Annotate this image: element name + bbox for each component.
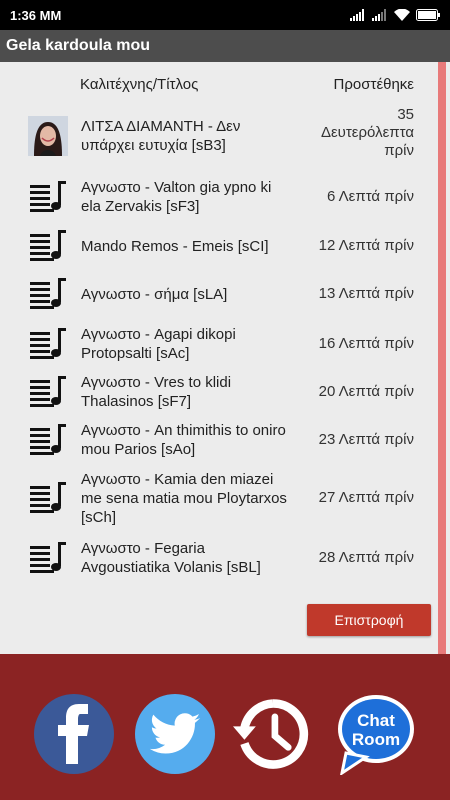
music-list-icon — [28, 372, 68, 412]
music-list-icon — [28, 478, 68, 518]
song-title: ΛΙΤΣΑ ΔΙΑΜΑΝΤΗ - Δεν υπάρχει ευτυχία [sB… — [81, 118, 241, 154]
song-title: Αγνωστο - Valton gia ypno ki ela Zervaki… — [81, 179, 272, 215]
song-row[interactable]: Αγνωστο - Agapi dikopi Protopsalti [sAc]… — [0, 322, 430, 366]
table-header: Καλιτέχνης/Τίτλος Προστέθηκε — [0, 76, 430, 96]
song-row[interactable]: ΛΙΤΣΑ ΔΙΑΜΑΝΤΗ - Δεν υπάρχει ευτυχία [sB… — [0, 106, 430, 166]
twitter-icon — [149, 713, 201, 754]
signal-2-icon — [372, 9, 386, 21]
added-time: 35 Δευτερόλεπτα πρίν — [320, 106, 414, 159]
added-time: 27 Λεπτά πρίν — [318, 489, 414, 506]
song-row[interactable]: Mando Remos - Emeis [sCI] 12 Λεπτά πρίν — [0, 226, 430, 266]
artist-photo — [28, 116, 68, 156]
music-list-icon — [28, 420, 68, 460]
song-title: Αγνωστο - Agapi dikopi Protopsalti [sAc] — [81, 326, 236, 362]
history-button[interactable] — [233, 694, 313, 774]
song-row[interactable]: Αγνωστο - An thimithis to oniro mou Pari… — [0, 418, 430, 462]
song-title: Αγνωστο - σήμα [sLA] — [81, 285, 228, 303]
facebook-button[interactable] — [34, 694, 114, 774]
signal-icon — [350, 9, 364, 21]
twitter-button[interactable] — [135, 694, 215, 774]
back-button[interactable]: Επιστροφή — [307, 604, 431, 636]
music-list-icon — [28, 226, 68, 266]
footer-bar: Chat Room — [0, 654, 450, 800]
added-time: 28 Λεπτά πρίν — [318, 549, 414, 566]
song-row[interactable]: Αγνωστο - σήμα [sLA] 13 Λεπτά πρίν — [0, 274, 430, 314]
column-header-added: Προστέθηκε — [333, 76, 414, 93]
song-list-panel: Καλιτέχνης/Τίτλος Προστέθηκε ΛΙΤΣΑ ΔΙΑΜΑ… — [0, 62, 450, 654]
music-list-icon — [28, 324, 68, 364]
status-bar: 1:36 MM — [0, 0, 450, 30]
song-title: Mando Remos - Emeis [sCI] — [81, 237, 269, 255]
status-icons — [350, 9, 440, 21]
chat-room-button[interactable]: Chat Room — [336, 694, 416, 775]
added-time: 20 Λεπτά πρίν — [318, 383, 414, 400]
music-list-icon — [28, 538, 68, 578]
added-time: 23 Λεπτά πρίν — [318, 431, 414, 448]
song-title: Αγνωστο - Vres to klidi Thalasinos [sF7] — [81, 374, 232, 410]
column-header-artist-title: Καλιτέχνης/Τίτλος — [80, 76, 199, 93]
added-time: 16 Λεπτά πρίν — [318, 335, 414, 352]
history-icon — [233, 699, 309, 769]
song-title: Αγνωστο - Fegaria Avgoustiatika Volanis … — [81, 540, 261, 576]
song-row[interactable]: Αγνωστο - Fegaria Avgoustiatika Volanis … — [0, 536, 430, 580]
song-row[interactable]: Αγνωστο - Kamia den miazei me sena matia… — [0, 466, 430, 530]
facebook-icon — [58, 704, 89, 764]
song-row[interactable]: Αγνωστο - Vres to klidi Thalasinos [sF7]… — [0, 370, 430, 414]
app-bar: Gela kardoula mou — [0, 30, 450, 62]
music-list-icon — [28, 274, 68, 314]
status-time: 1:36 MM — [10, 7, 62, 23]
battery-icon — [416, 9, 440, 21]
added-time: 13 Λεπτά πρίν — [318, 285, 414, 302]
scrollbar[interactable] — [438, 62, 446, 654]
added-time: 6 Λεπτά πρίν — [326, 188, 414, 205]
added-time: 12 Λεπτά πρίν — [318, 237, 414, 254]
app-title: Gela kardoula mou — [6, 37, 151, 54]
song-title: Αγνωστο - An thimithis to oniro mou Pari… — [81, 422, 286, 458]
wifi-icon — [394, 9, 410, 21]
music-list-icon — [28, 177, 68, 217]
chat-label-1: Chat — [357, 711, 395, 730]
song-row[interactable]: Αγνωστο - Valton gia ypno ki ela Zervaki… — [0, 172, 430, 222]
song-title: Αγνωστο - Kamia den miazei me sena matia… — [81, 470, 287, 526]
chat-label-2: Room — [352, 730, 400, 749]
chat-room-icon: Chat Room — [338, 695, 414, 775]
